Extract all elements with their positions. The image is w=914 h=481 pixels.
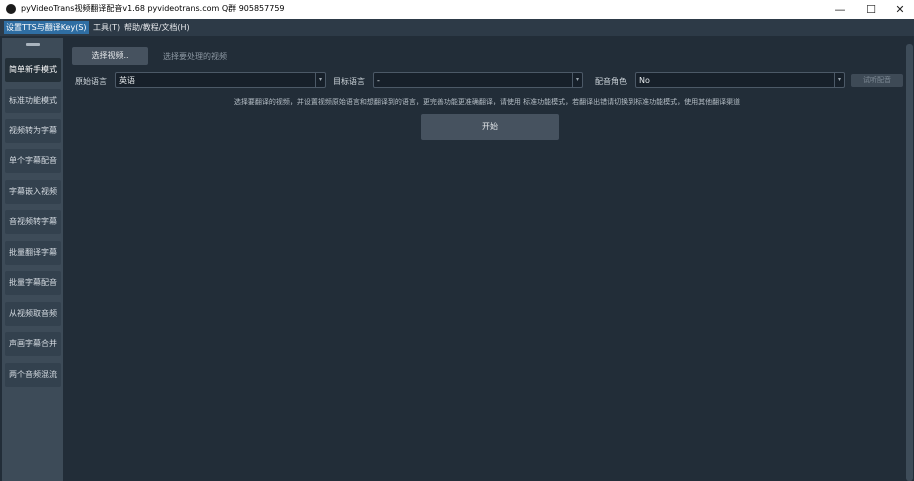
source-language-label: 原始语言 (75, 77, 107, 86)
sidebar-item-batch-dubbing[interactable]: 批量字幕配音 (5, 271, 61, 295)
app-icon (6, 4, 16, 14)
sidebar-item-av-to-subtitle[interactable]: 音视频转字幕 (5, 210, 61, 234)
vertical-scrollbar[interactable] (906, 44, 913, 481)
voice-role-label: 配音角色 (595, 77, 627, 86)
minimize-button[interactable]: — (825, 0, 855, 19)
source-language-value: 英语 (119, 76, 135, 85)
sidebar: 简单新手模式 标准功能模式 视频转为字幕 单个字幕配音 字幕嵌入视频 音视频转字… (2, 38, 63, 481)
title-bar: pyVideoTrans视频翻译配音v1.68 pyvideotrans.com… (0, 0, 914, 19)
close-button[interactable]: ✕ (885, 0, 914, 19)
sidebar-item-simple-mode[interactable]: 简单新手模式 (5, 58, 61, 82)
target-language-label: 目标语言 (333, 77, 365, 86)
sidebar-item-extract-audio[interactable]: 从视频取音频 (5, 302, 61, 326)
drag-handle-icon[interactable] (26, 43, 40, 46)
chevron-down-icon: ▾ (572, 73, 582, 87)
select-video-button[interactable]: 选择视频.. (72, 47, 148, 65)
voice-role-value: No (639, 76, 650, 85)
instruction-text: 选择要翻译的视频，并设置视频原始语言和想翻译到的语言，更完善功能更准确翻译，请使… (233, 98, 741, 106)
chevron-down-icon: ▾ (315, 73, 325, 87)
menu-bar: 设置TTS与翻译Key(S) 工具(T) 帮助/教程/文档(H) (0, 19, 914, 36)
sidebar-item-video-to-subtitle[interactable]: 视频转为字幕 (5, 119, 61, 143)
sidebar-item-embed-subtitle[interactable]: 字幕嵌入视频 (5, 180, 61, 204)
source-language-select[interactable]: 英语 ▾ (115, 72, 326, 88)
target-language-value: - (377, 76, 380, 85)
sidebar-item-mix-audio[interactable]: 两个音频混流 (5, 363, 61, 387)
menu-settings[interactable]: 设置TTS与翻译Key(S) (4, 21, 89, 34)
menu-tools[interactable]: 工具(T) (91, 21, 122, 34)
sidebar-item-standard-mode[interactable]: 标准功能模式 (5, 89, 61, 113)
menu-help[interactable]: 帮助/教程/文档(H) (122, 21, 192, 34)
sidebar-item-subtitle-dubbing[interactable]: 单个字幕配音 (5, 149, 61, 173)
select-video-placeholder: 选择要处理的视频 (163, 52, 227, 61)
window-title: pyVideoTrans视频翻译配音v1.68 pyvideotrans.com… (21, 4, 285, 13)
voice-role-select[interactable]: No ▾ (635, 72, 845, 88)
preview-voice-button[interactable]: 试听配音 (851, 74, 903, 87)
chevron-down-icon: ▾ (834, 73, 844, 87)
target-language-select[interactable]: - ▾ (373, 72, 583, 88)
start-button[interactable]: 开始 (421, 114, 559, 140)
sidebar-item-batch-translate[interactable]: 批量翻译字幕 (5, 241, 61, 265)
maximize-button[interactable]: ☐ (856, 0, 886, 19)
sidebar-item-merge-av-subtitle[interactable]: 声画字幕合并 (5, 332, 61, 356)
app-body: 简单新手模式 标准功能模式 视频转为字幕 单个字幕配音 字幕嵌入视频 音视频转字… (0, 36, 914, 481)
